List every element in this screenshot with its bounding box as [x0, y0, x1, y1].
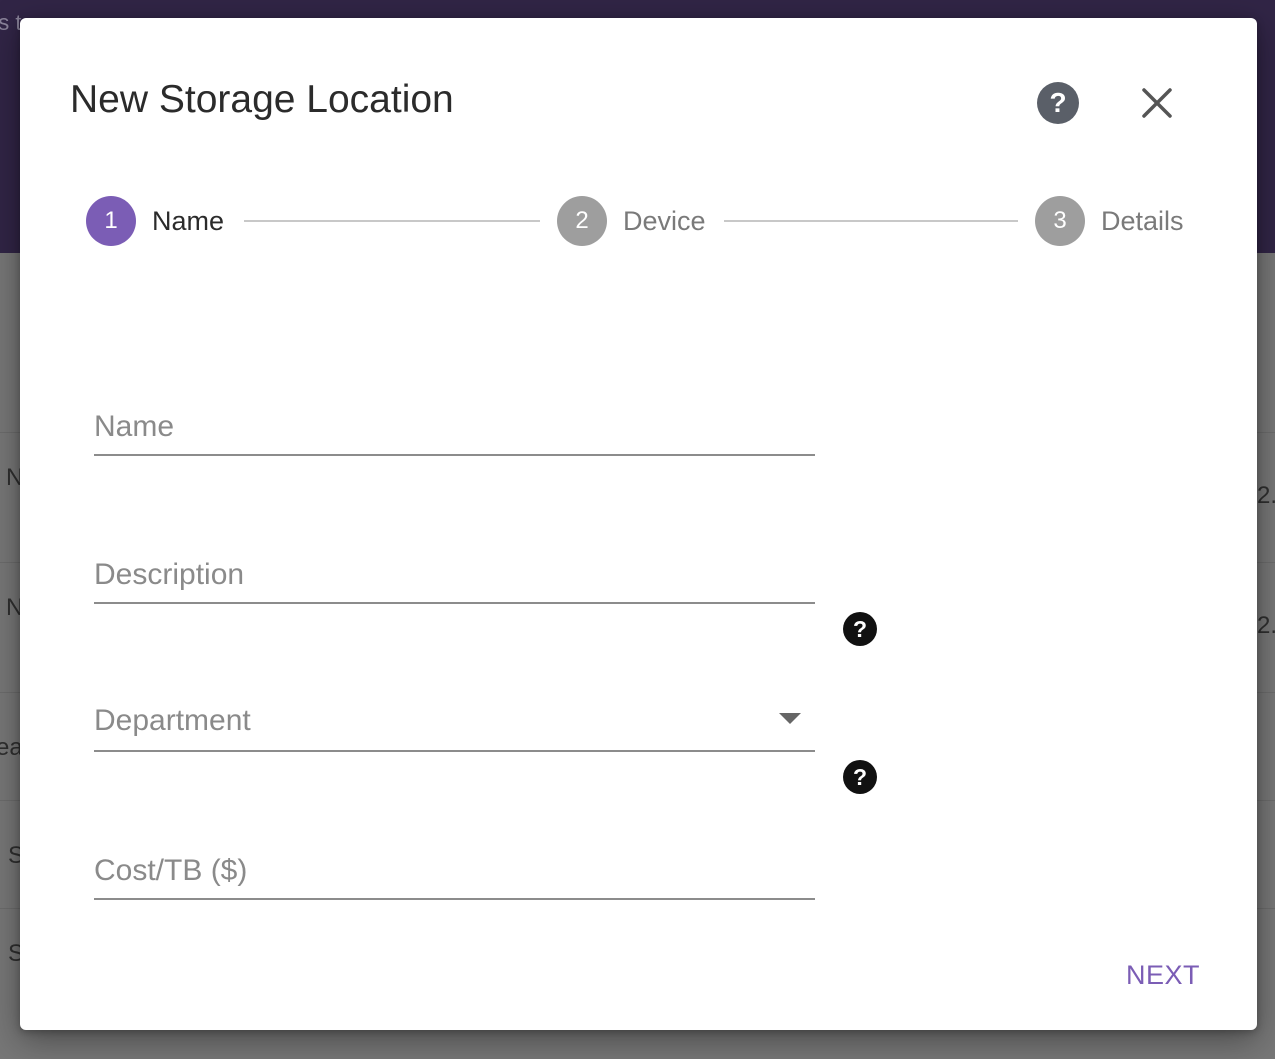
department-help-button[interactable]: ?: [842, 611, 878, 647]
svg-text:?: ?: [853, 764, 867, 790]
new-storage-location-dialog: New Storage Location ? 1 Name 2 Device 3…: [20, 18, 1257, 1030]
step-number: 1: [86, 196, 136, 246]
cost-per-tb-input[interactable]: [94, 854, 815, 888]
close-button[interactable]: [1136, 82, 1178, 124]
step-device[interactable]: 2 Device: [557, 196, 706, 246]
description-field: [94, 542, 815, 604]
step-number: 3: [1035, 196, 1085, 246]
step-connector: [244, 220, 540, 222]
help-circle-icon: ?: [843, 760, 877, 794]
svg-text:?: ?: [853, 616, 867, 642]
department-label: Department: [94, 704, 251, 737]
cost-help-button[interactable]: ?: [842, 759, 878, 795]
close-icon: [1142, 88, 1172, 118]
help-circle-icon: ?: [843, 612, 877, 646]
svg-text:?: ?: [1049, 87, 1066, 118]
caret-down-icon: [779, 713, 801, 724]
next-button[interactable]: NEXT: [1116, 954, 1210, 997]
background-row-text: 2.: [1257, 482, 1275, 509]
help-button[interactable]: ?: [1035, 80, 1081, 126]
step-number: 2: [557, 196, 607, 246]
dialog-title: New Storage Location: [70, 78, 454, 121]
description-input[interactable]: [94, 558, 815, 592]
step-label: Device: [623, 205, 706, 236]
step-label: Details: [1101, 205, 1184, 236]
name-field: [94, 394, 815, 456]
help-circle-icon: ?: [1037, 82, 1079, 124]
name-input[interactable]: [94, 410, 815, 444]
background-header-text: es t: [0, 10, 22, 35]
cost-field: [94, 838, 815, 900]
step-name[interactable]: 1 Name: [86, 196, 224, 246]
step-connector: [724, 220, 1018, 222]
department-select[interactable]: Department: [94, 690, 815, 752]
background-row-text: 2.: [1257, 612, 1275, 639]
step-label: Name: [152, 205, 225, 236]
step-details[interactable]: 3 Details: [1035, 196, 1184, 246]
